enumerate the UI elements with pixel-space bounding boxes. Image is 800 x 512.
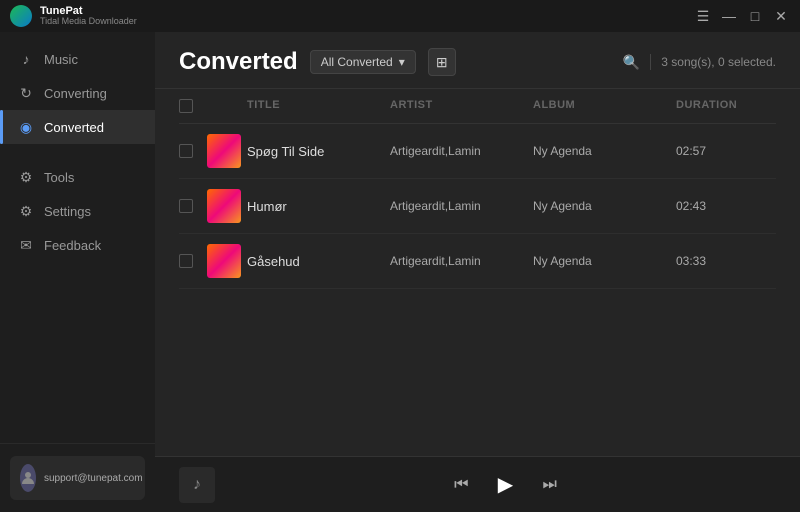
next-button[interactable]: ⏭ xyxy=(543,476,557,494)
sidebar-item-label: Music xyxy=(44,52,78,67)
filter-label: All Converted xyxy=(321,55,393,69)
table-row[interactable]: Spøg Til Side Artigeardit,Lamin Ny Agend… xyxy=(179,124,776,179)
thumb-art xyxy=(207,189,241,223)
sidebar-item-label: Tools xyxy=(44,170,74,185)
play-pause-button[interactable]: ▶ xyxy=(489,468,523,502)
table-row[interactable]: Gåsehud Artigeardit,Lamin Ny Agenda 03:3… xyxy=(179,234,776,289)
table-header: TITLE ARTIST ALBUM DURATION xyxy=(179,89,776,124)
feedback-icon: ✉ xyxy=(18,237,34,253)
app-logo xyxy=(10,5,32,27)
row-thumb-col xyxy=(207,244,247,278)
row-title: Humør xyxy=(247,199,390,214)
select-all-checkbox[interactable] xyxy=(179,99,193,113)
table-row[interactable]: Humør Artigeardit,Lamin Ny Agenda 02:43 xyxy=(179,179,776,234)
header-left: Converted All Converted ▾ ⊞ xyxy=(179,48,456,76)
row-artist: Artigeardit,Lamin xyxy=(390,199,533,213)
row-duration: 02:43 xyxy=(676,199,776,213)
sidebar-item-label: Converted xyxy=(44,120,104,135)
active-indicator xyxy=(0,110,3,144)
thumb-art xyxy=(207,134,241,168)
chevron-down-icon: ▾ xyxy=(399,55,405,69)
row-album: Ny Agenda xyxy=(533,144,676,158)
titlebar-controls: ☰ — □ ✕ xyxy=(694,7,790,25)
header-title-col: TITLE xyxy=(247,99,390,113)
sidebar-item-converting[interactable]: ↻ Converting xyxy=(0,76,155,110)
sidebar-item-label: Settings xyxy=(44,204,91,219)
thumb-art xyxy=(207,244,241,278)
stats-label: 3 song(s), 0 selected. xyxy=(661,55,776,69)
search-icon[interactable]: 🔍 xyxy=(623,54,640,71)
row-duration: 03:33 xyxy=(676,254,776,268)
row-thumb-col xyxy=(207,189,247,223)
row-album: Ny Agenda xyxy=(533,199,676,213)
sidebar-item-converted[interactable]: ◉ Converted xyxy=(0,110,155,144)
content-area: Converted All Converted ▾ ⊞ 🔍 3 song(s),… xyxy=(155,32,800,512)
table-container: TITLE ARTIST ALBUM DURATION Spøg Til Sid… xyxy=(155,89,800,456)
row-artist: Artigeardit,Lamin xyxy=(390,254,533,268)
row-title: Spøg Til Side xyxy=(247,144,390,159)
row-checkbox-col xyxy=(179,254,207,268)
row-thumb-col xyxy=(207,134,247,168)
album-thumbnail xyxy=(207,244,241,278)
sidebar-bottom: support@tunepat.com xyxy=(0,443,155,512)
album-thumbnail xyxy=(207,134,241,168)
player-controls: ⏮ ▶ ⏭ xyxy=(454,468,557,502)
app-subtitle: Tidal Media Downloader xyxy=(40,17,137,27)
titlebar-left: TunePat Tidal Media Downloader xyxy=(10,5,137,27)
app-name-block: TunePat Tidal Media Downloader xyxy=(40,5,137,27)
page-title: Converted xyxy=(179,48,298,76)
row-checkbox-col xyxy=(179,144,207,158)
player-bar: ♪ ⏮ ▶ ⏭ xyxy=(155,456,800,512)
maximize-button[interactable]: □ xyxy=(746,7,764,25)
header-checkbox-col xyxy=(179,99,207,113)
vertical-divider xyxy=(650,54,651,70)
row-checkbox[interactable] xyxy=(179,199,193,213)
grid-view-button[interactable]: ⊞ xyxy=(428,48,456,76)
filter-dropdown[interactable]: All Converted ▾ xyxy=(310,50,416,74)
settings-icon: ⚙ xyxy=(18,203,34,219)
row-title: Gåsehud xyxy=(247,254,390,269)
user-email: support@tunepat.com xyxy=(44,472,143,485)
content-header: Converted All Converted ▾ ⊞ 🔍 3 song(s),… xyxy=(155,32,800,89)
row-duration: 02:57 xyxy=(676,144,776,158)
converted-icon: ◉ xyxy=(18,119,34,135)
sidebar-item-label: Converting xyxy=(44,86,107,101)
row-album: Ny Agenda xyxy=(533,254,676,268)
menu-button[interactable]: ☰ xyxy=(694,7,712,25)
main-layout: ♪ Music ↻ Converting ◉ Converted ⚙ Tools… xyxy=(0,32,800,512)
close-button[interactable]: ✕ xyxy=(772,7,790,25)
header-thumb-col xyxy=(207,99,247,113)
row-checkbox[interactable] xyxy=(179,254,193,268)
header-duration-col: DURATION xyxy=(676,99,776,113)
row-checkbox-col xyxy=(179,199,207,213)
minimize-button[interactable]: — xyxy=(720,7,738,25)
music-note-icon: ♪ xyxy=(193,476,201,494)
header-album-col: ALBUM xyxy=(533,99,676,113)
user-info[interactable]: support@tunepat.com xyxy=(10,456,145,500)
header-artist-col: ARTIST xyxy=(390,99,533,113)
sidebar: ♪ Music ↻ Converting ◉ Converted ⚙ Tools… xyxy=(0,32,155,512)
sidebar-nav: ♪ Music ↻ Converting ◉ Converted ⚙ Tools… xyxy=(0,32,155,443)
converting-icon: ↻ xyxy=(18,85,34,101)
sidebar-item-feedback[interactable]: ✉ Feedback xyxy=(0,228,155,262)
sidebar-item-tools[interactable]: ⚙ Tools xyxy=(0,160,155,194)
header-right: 🔍 3 song(s), 0 selected. xyxy=(623,54,776,71)
music-icon: ♪ xyxy=(18,51,34,67)
album-thumbnail xyxy=(207,189,241,223)
avatar xyxy=(20,464,36,492)
previous-button[interactable]: ⏮ xyxy=(454,476,468,494)
tools-icon: ⚙ xyxy=(18,169,34,185)
titlebar: TunePat Tidal Media Downloader ☰ — □ ✕ xyxy=(0,0,800,32)
sidebar-item-settings[interactable]: ⚙ Settings xyxy=(0,194,155,228)
sidebar-item-label: Feedback xyxy=(44,238,101,253)
row-artist: Artigeardit,Lamin xyxy=(390,144,533,158)
row-checkbox[interactable] xyxy=(179,144,193,158)
sidebar-item-music[interactable]: ♪ Music xyxy=(0,42,155,76)
music-queue-icon[interactable]: ♪ xyxy=(179,467,215,503)
